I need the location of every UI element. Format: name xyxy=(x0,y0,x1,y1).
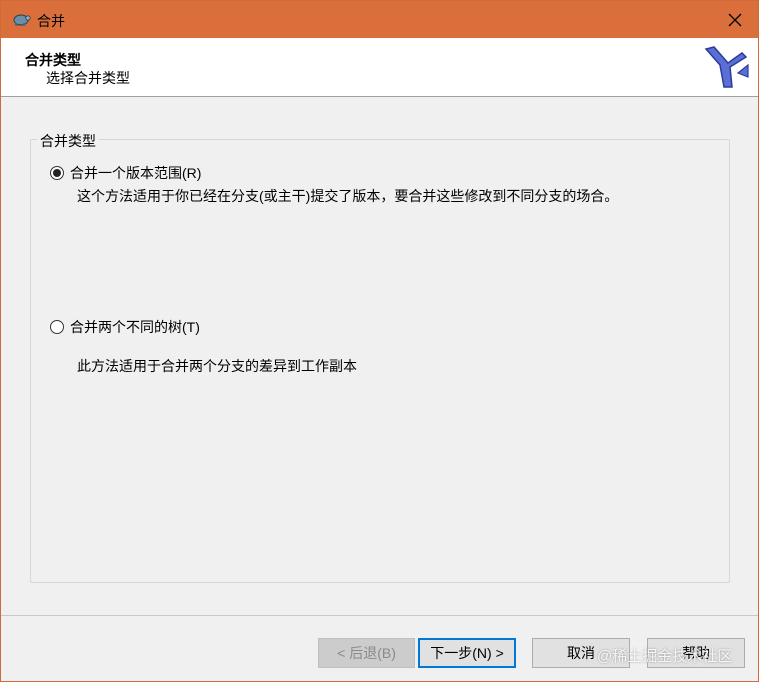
cancel-button[interactable]: 取消 xyxy=(532,638,630,668)
option-description: 此方法适用于合并两个分支的差异到工作副本 xyxy=(77,358,357,374)
window-title: 合并 xyxy=(37,13,65,29)
group-legend: 合并类型 xyxy=(37,131,99,151)
option-description: 这个方法适用于你已经在分支(或主干)提交了版本，要合并这些修改到不同分支的场合。 xyxy=(77,188,619,204)
radio-label: 合并两个不同的树(T) xyxy=(70,319,200,335)
footer-divider xyxy=(1,615,758,616)
page-title: 合并类型 xyxy=(25,52,81,68)
help-button[interactable]: 帮助 xyxy=(647,638,745,668)
next-button[interactable]: 下一步(N) > xyxy=(418,638,516,668)
title-bar: 合并 xyxy=(1,1,758,38)
radio-button[interactable] xyxy=(50,320,64,334)
radio-label: 合并一个版本范围(R) xyxy=(70,165,202,181)
wizard-header: 合并类型 选择合并类型 xyxy=(1,38,758,97)
radio-merge-two-trees[interactable]: 合并两个不同的树(T) xyxy=(50,317,200,337)
page-subtitle: 选择合并类型 xyxy=(46,70,130,86)
merge-dialog: 合并 合并类型 选择合并类型 合并类型 合并一个版本范围(R) 这个方法适用于你… xyxy=(0,0,759,682)
radio-button[interactable] xyxy=(50,166,64,180)
merge-logo-icon xyxy=(704,46,749,88)
back-button[interactable]: < 后退(B) xyxy=(318,638,415,668)
close-button[interactable] xyxy=(712,1,758,38)
close-icon xyxy=(728,13,742,26)
radio-merge-range[interactable]: 合并一个版本范围(R) xyxy=(50,163,201,183)
tortoise-icon xyxy=(13,14,31,26)
